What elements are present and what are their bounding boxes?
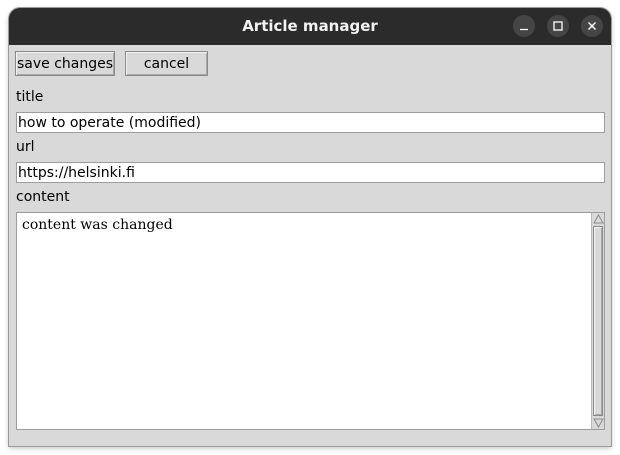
minimize-icon: [520, 28, 528, 31]
scrollbar-thumb[interactable]: [593, 226, 603, 416]
maximize-button[interactable]: [547, 15, 569, 37]
minimize-button[interactable]: [513, 15, 535, 37]
content-label: content: [16, 189, 70, 205]
cancel-button[interactable]: cancel: [125, 51, 208, 76]
save-changes-button[interactable]: save changes: [15, 51, 115, 76]
title-input[interactable]: [16, 112, 605, 133]
article-manager-window: Article manager save changes cancel titl…: [9, 8, 611, 446]
url-input[interactable]: [16, 162, 605, 183]
scroll-up-arrow-icon[interactable]: [593, 213, 604, 225]
title-bar[interactable]: Article manager: [9, 8, 611, 45]
maximize-icon: [553, 21, 563, 31]
content-textarea[interactable]: content was changed: [16, 212, 605, 430]
close-icon: [588, 22, 596, 30]
content-text: content was changed: [22, 217, 173, 233]
close-button[interactable]: [581, 15, 603, 37]
scroll-down-arrow-icon[interactable]: [593, 417, 604, 429]
title-label: title: [16, 89, 44, 105]
url-label: url: [16, 139, 35, 155]
content-scrollbar[interactable]: [591, 213, 604, 429]
